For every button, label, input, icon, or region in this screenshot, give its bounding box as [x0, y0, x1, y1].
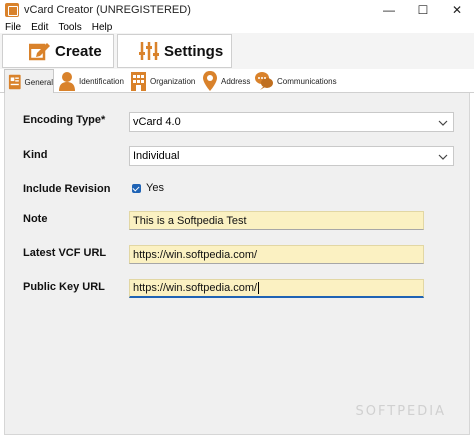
- building-icon: [131, 72, 146, 91]
- tab-communications[interactable]: Communications: [254, 69, 338, 93]
- general-panel: Encoding Type* vCard 4.0 Kind Individual…: [4, 93, 470, 435]
- id-card-icon: [8, 74, 21, 90]
- chevron-down-icon: [438, 120, 448, 126]
- public-key-url-label: Public Key URL: [23, 281, 105, 293]
- kind-select[interactable]: Individual: [129, 146, 454, 166]
- title-bar: vCard Creator (UNREGISTERED) — ☐ ✕: [0, 0, 474, 20]
- kind-label: Kind: [23, 149, 48, 161]
- include-revision-label: Include Revision: [23, 183, 111, 195]
- kind-value: Individual: [133, 150, 180, 162]
- create-icon: [29, 43, 50, 61]
- tab-bar: General Identification Organization Addr…: [0, 69, 474, 94]
- tab-general[interactable]: General: [4, 69, 54, 94]
- encoding-type-label: Encoding Type*: [23, 114, 106, 126]
- settings-button[interactable]: Settings: [117, 34, 232, 68]
- menu-tools[interactable]: Tools: [53, 22, 86, 33]
- toolbar: Create Settings: [0, 33, 474, 69]
- app-logo-icon: [5, 3, 19, 17]
- tab-organization-label: Organization: [150, 76, 196, 86]
- person-icon: [59, 72, 75, 91]
- tab-organization[interactable]: Organization: [130, 69, 200, 93]
- encoding-type-value: vCard 4.0: [133, 116, 181, 128]
- chat-bubbles-icon: [255, 72, 273, 90]
- note-label: Note: [23, 213, 48, 225]
- note-value: This is a Softpedia Test: [133, 214, 247, 227]
- window-controls: — ☐ ✕: [372, 0, 474, 20]
- tab-address[interactable]: Address: [202, 69, 254, 93]
- public-key-url-value: https://win.softpedia.com/: [133, 282, 258, 294]
- create-button[interactable]: Create: [2, 34, 114, 68]
- settings-label: Settings: [164, 42, 224, 60]
- latest-vcf-url-input[interactable]: https://win.softpedia.com/: [129, 245, 424, 264]
- encoding-type-select[interactable]: vCard 4.0: [129, 112, 454, 132]
- text-caret: [258, 282, 260, 294]
- tab-communications-label: Communications: [277, 76, 337, 86]
- latest-vcf-url-label: Latest VCF URL: [23, 247, 107, 259]
- include-revision-option[interactable]: Yes: [146, 182, 164, 194]
- tab-address-label: Address: [221, 76, 251, 86]
- menu-bar: File Edit Tools Help: [0, 20, 474, 34]
- create-label: Create: [55, 42, 102, 60]
- note-input[interactable]: This is a Softpedia Test: [129, 211, 424, 230]
- chevron-down-icon: [438, 154, 448, 160]
- tab-general-label: General: [24, 77, 53, 87]
- minimize-button[interactable]: —: [372, 0, 406, 20]
- tab-identification[interactable]: Identification: [58, 69, 128, 93]
- menu-help[interactable]: Help: [87, 22, 118, 33]
- menu-file[interactable]: File: [0, 22, 26, 33]
- include-revision-checkbox[interactable]: [132, 184, 141, 193]
- close-button[interactable]: ✕: [440, 0, 474, 20]
- public-key-url-input[interactable]: https://win.softpedia.com/: [129, 279, 424, 298]
- tab-identification-label: Identification: [79, 76, 124, 86]
- window-title: vCard Creator (UNREGISTERED): [24, 4, 191, 16]
- watermark: SOFTPEDIA: [355, 404, 446, 419]
- sliders-icon: [139, 42, 159, 60]
- location-pin-icon: [203, 71, 217, 91]
- menu-edit[interactable]: Edit: [26, 22, 53, 33]
- maximize-button[interactable]: ☐: [406, 0, 440, 20]
- latest-vcf-url-value: https://win.softpedia.com/: [133, 248, 258, 261]
